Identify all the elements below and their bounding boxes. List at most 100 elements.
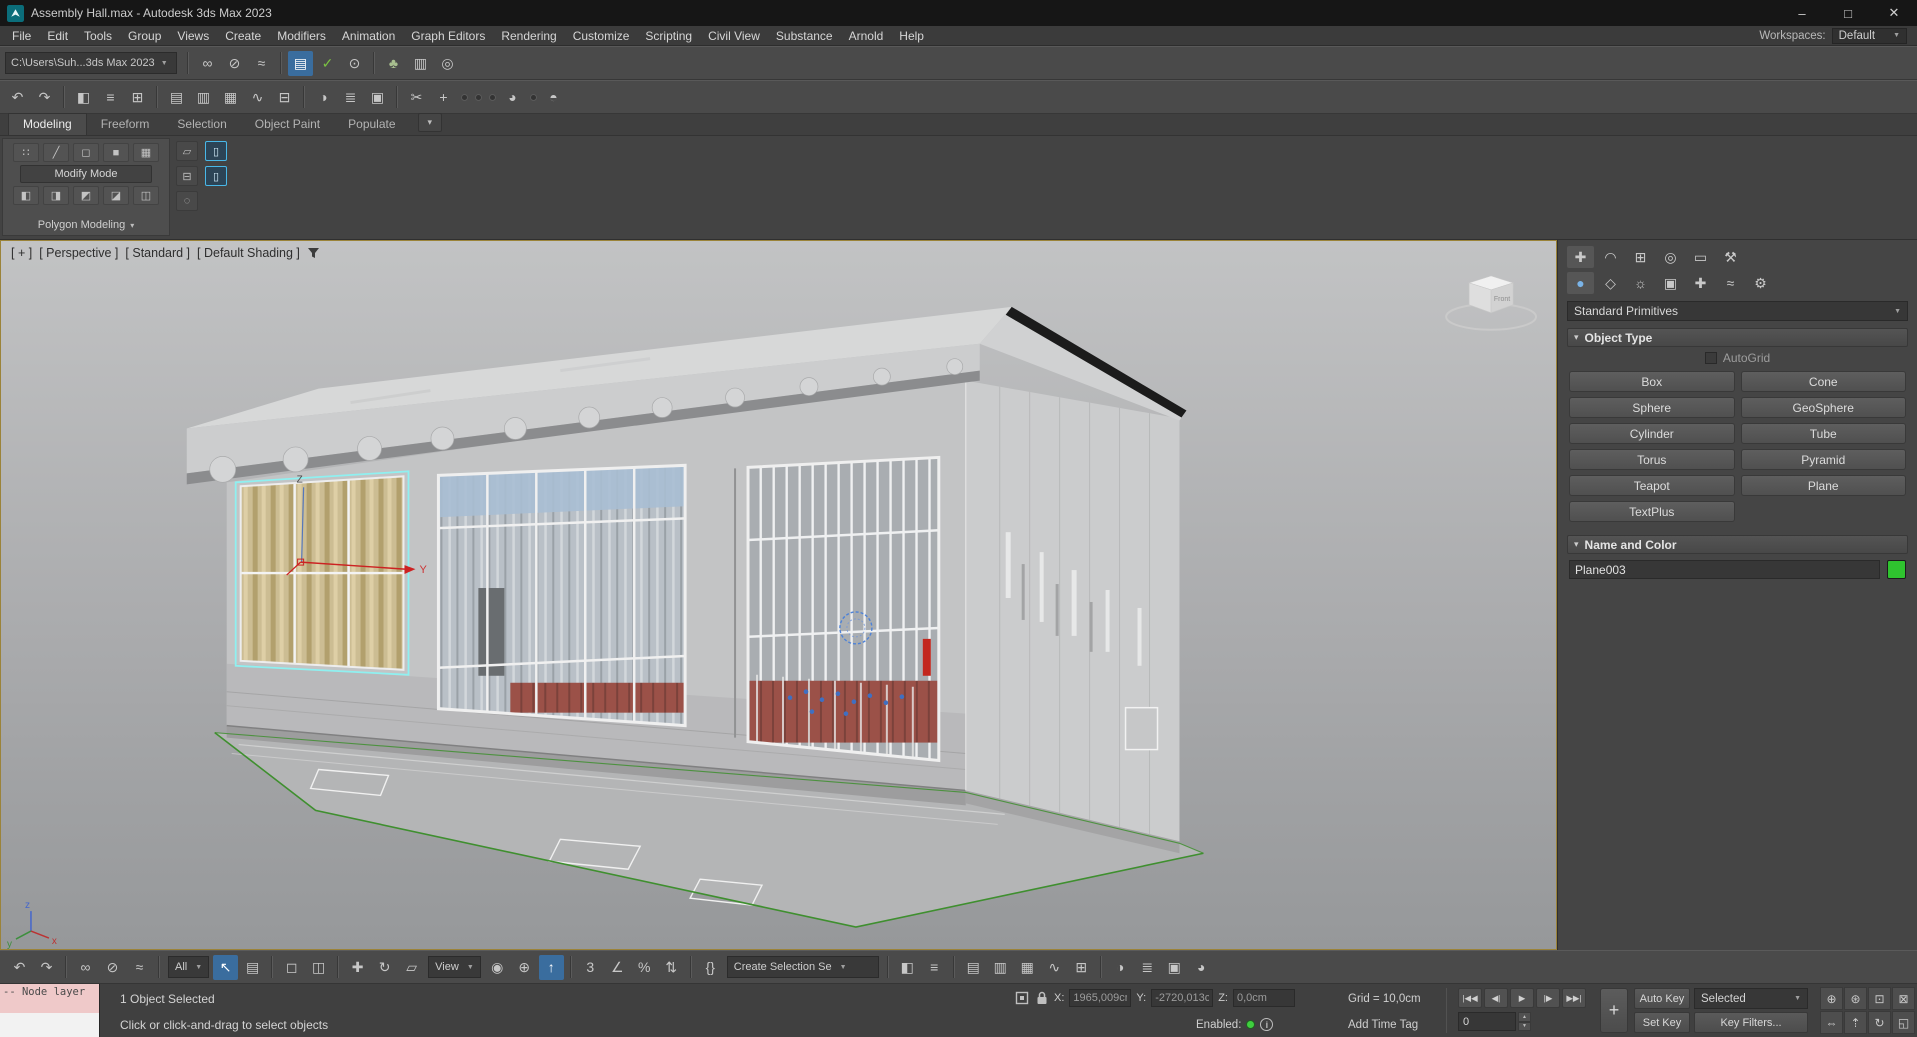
- ribbon-mini-toggle-2[interactable]: ▯: [205, 166, 227, 186]
- window-middle[interactable]: [436, 463, 688, 728]
- menu-customize[interactable]: Customize: [565, 26, 638, 45]
- use-pivot-point-center-icon[interactable]: ◉: [485, 955, 510, 980]
- menu-scripting[interactable]: Scripting: [637, 26, 700, 45]
- bind-to-space-warp-icon[interactable]: ≈: [249, 51, 274, 76]
- ribbon-tab-object-paint[interactable]: Object Paint: [241, 114, 334, 135]
- bind-to-space-warp-icon[interactable]: ≈: [127, 955, 152, 980]
- z-coordinate-field[interactable]: [1233, 989, 1295, 1007]
- schematic-view-icon[interactable]: ⊞: [1069, 955, 1094, 980]
- rendered-frame-window-icon[interactable]: ▣: [1162, 955, 1187, 980]
- display-tab-icon[interactable]: ▭: [1687, 246, 1714, 268]
- cut-icon[interactable]: ✂: [404, 85, 429, 110]
- window-crossing-toggle-icon[interactable]: ◫: [306, 955, 331, 980]
- object-name-field[interactable]: [1569, 560, 1880, 579]
- scene-explorer-icon[interactable]: ▥: [191, 85, 216, 110]
- ribbon-overflow-button[interactable]: ▾: [418, 113, 443, 132]
- pin-stack-icon[interactable]: ◧: [13, 186, 39, 205]
- curve-editor-icon[interactable]: ∿: [1042, 955, 1067, 980]
- utilities-tab-icon[interactable]: ⚒: [1717, 246, 1744, 268]
- object-color-swatch[interactable]: [1887, 560, 1906, 579]
- material-editor-icon[interactable]: ◑: [1108, 955, 1133, 980]
- menu-civil-view[interactable]: Civil View: [700, 26, 768, 45]
- populate-tools-icon[interactable]: ♣: [381, 51, 406, 76]
- menu-create[interactable]: Create: [217, 26, 269, 45]
- current-frame-field[interactable]: [1458, 1012, 1516, 1031]
- close-button[interactable]: ✕: [1871, 0, 1917, 26]
- ribbon-tab-populate[interactable]: Populate: [334, 114, 409, 135]
- minimize-button[interactable]: –: [1779, 0, 1825, 26]
- render-production-icon[interactable]: ◕: [500, 85, 525, 110]
- render-setup-icon[interactable]: ≣: [1135, 955, 1160, 980]
- auto-key-button[interactable]: Auto Key: [1634, 988, 1690, 1009]
- select-and-rotate-icon[interactable]: ↻: [372, 955, 397, 980]
- menu-animation[interactable]: Animation: [334, 26, 403, 45]
- menu-arnold[interactable]: Arnold: [841, 26, 892, 45]
- viewport-canvas[interactable]: Z Y Front: [1, 241, 1556, 949]
- clone-icon[interactable]: +: [431, 85, 456, 110]
- select-object-icon[interactable]: ↖: [213, 955, 238, 980]
- x-coordinate-field[interactable]: [1069, 989, 1131, 1007]
- select-and-manipulate-icon[interactable]: ⊕: [512, 955, 537, 980]
- ribbon-tab-selection[interactable]: Selection: [163, 114, 240, 135]
- curve-editor-icon[interactable]: ∿: [245, 85, 270, 110]
- polygon-modeling-footer[interactable]: Polygon Modeling ▾: [38, 219, 134, 231]
- selection-lock-toggle-icon[interactable]: [1035, 990, 1049, 1006]
- name-and-color-header[interactable]: ▾ Name and Color: [1567, 535, 1908, 554]
- show-end-result-icon[interactable]: ◩: [73, 186, 99, 205]
- toggle-layer-explorer-icon[interactable]: ▥: [988, 955, 1013, 980]
- primitives-category-dropdown[interactable]: Standard Primitives ▼: [1567, 301, 1908, 321]
- ribbon-tab-modeling[interactable]: Modeling: [8, 113, 87, 135]
- array-icon[interactable]: ⊞: [125, 85, 150, 110]
- object-type-sphere[interactable]: Sphere: [1569, 397, 1735, 418]
- select-and-link-icon[interactable]: ∞: [195, 51, 220, 76]
- pan-view-icon[interactable]: ⇔: [1820, 1011, 1843, 1034]
- viewcube-front-face[interactable]: Front: [1494, 296, 1510, 303]
- spinner-snap-toggle-icon[interactable]: ⇅: [659, 955, 684, 980]
- set-keys-button[interactable]: +: [1600, 988, 1628, 1033]
- rectangular-selection-region-icon[interactable]: ◻: [279, 955, 304, 980]
- selection-lock-toggle-icon[interactable]: ⊙: [342, 51, 367, 76]
- systems-category-icon[interactable]: ⚙: [1747, 272, 1774, 294]
- ribbon-mini-icon-1[interactable]: ▱: [176, 141, 198, 161]
- maximize-viewport-toggle-icon[interactable]: ◱: [1892, 1011, 1915, 1034]
- polygon-subobject-icon[interactable]: ■: [103, 143, 129, 162]
- motion-tab-icon[interactable]: ◎: [1657, 246, 1684, 268]
- viewport-shading-menu[interactable]: [ Default Shading ]: [197, 246, 300, 260]
- align-icon[interactable]: ≡: [922, 955, 947, 980]
- rendered-frame-window-icon[interactable]: ▣: [365, 85, 390, 110]
- menu-substance[interactable]: Substance: [768, 26, 841, 45]
- menu-graph-editors[interactable]: Graph Editors: [403, 26, 493, 45]
- selection-filter-dropdown[interactable]: All▼: [168, 956, 209, 978]
- mirror-icon[interactable]: ◧: [895, 955, 920, 980]
- reference-coordinate-system-dropdown[interactable]: View▼: [428, 956, 481, 978]
- ribbon-tab-freeform[interactable]: Freeform: [87, 114, 164, 135]
- next-frame-icon[interactable]: |▶: [1536, 988, 1560, 1008]
- object-type-geosphere[interactable]: GeoSphere: [1741, 397, 1907, 418]
- set-key-button[interactable]: Set Key: [1634, 1012, 1690, 1033]
- toggle-ribbon-icon[interactable]: ▦: [1015, 955, 1040, 980]
- perspective-viewport[interactable]: Z Y Front: [0, 240, 1557, 950]
- ribbon-mini-icon-2[interactable]: ⊟: [176, 166, 198, 186]
- menu-file[interactable]: File: [4, 26, 39, 45]
- object-type-cylinder[interactable]: Cylinder: [1569, 423, 1735, 444]
- manage-layers-icon[interactable]: ▤: [164, 85, 189, 110]
- add-time-tag-button[interactable]: Add Time Tag: [1348, 1019, 1418, 1031]
- key-selection-dropdown[interactable]: Selected ▼: [1694, 988, 1808, 1009]
- key-filters-button[interactable]: Key Filters...: [1694, 1012, 1808, 1033]
- viewport-pov-menu[interactable]: [ Perspective ]: [39, 246, 118, 260]
- play-animation-icon[interactable]: ▶: [1510, 988, 1534, 1008]
- object-type-teapot[interactable]: Teapot: [1569, 475, 1735, 496]
- element-subobject-icon[interactable]: ▦: [133, 143, 159, 162]
- maxscript-mini-listener[interactable]: -- Node layer: [0, 984, 100, 1037]
- menu-tools[interactable]: Tools: [76, 26, 120, 45]
- macro-recorder-line[interactable]: -- Node layer: [0, 984, 99, 1013]
- select-and-move-icon[interactable]: ✚: [345, 955, 370, 980]
- vertex-subobject-icon[interactable]: ∷: [13, 143, 39, 162]
- helpers-category-icon[interactable]: ✚: [1687, 272, 1714, 294]
- workspace-dropdown[interactable]: Default: [1832, 28, 1907, 44]
- schematic-view-icon[interactable]: ⊟: [272, 85, 297, 110]
- render-presets-icon[interactable]: ◎: [435, 51, 460, 76]
- mirror-icon[interactable]: ◧: [71, 85, 96, 110]
- zoom-icon[interactable]: ⊕: [1820, 987, 1843, 1010]
- toggle-scene-explorer-icon[interactable]: ▤: [961, 955, 986, 980]
